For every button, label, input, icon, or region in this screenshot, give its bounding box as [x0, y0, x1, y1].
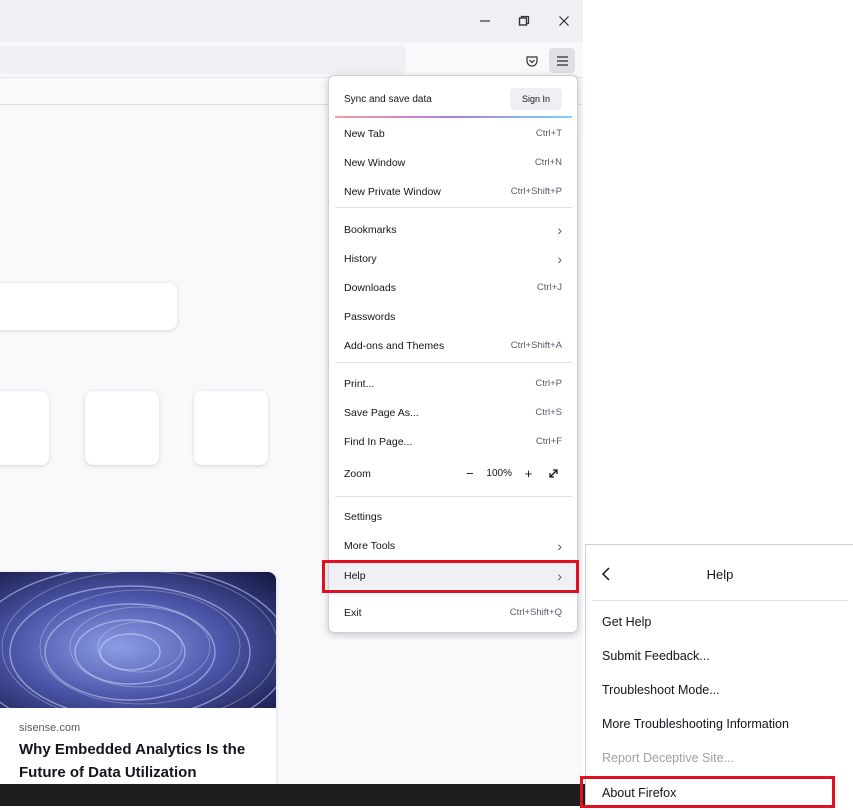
- help-item-get-help[interactable]: Get Help: [586, 605, 853, 639]
- top-site-tile[interactable]: [194, 391, 268, 465]
- close-icon[interactable]: [545, 6, 583, 36]
- menu-item-print[interactable]: Print... Ctrl+P: [329, 370, 577, 397]
- chevron-right-icon: ›: [557, 250, 562, 267]
- title-bar: [0, 0, 583, 42]
- menu-item-passwords[interactable]: Passwords: [329, 303, 577, 330]
- menu-item-label: Zoom: [344, 467, 371, 480]
- search-input[interactable]: [0, 283, 177, 330]
- menu-item-label: Exit: [344, 606, 362, 619]
- help-item-troubleshoot-mode[interactable]: Troubleshoot Mode...: [586, 673, 853, 707]
- menu-item-more-tools[interactable]: More Tools ›: [329, 532, 577, 559]
- help-submenu: Help Get Help Submit Feedback... Trouble…: [585, 544, 853, 806]
- help-highlight-box: [322, 560, 579, 593]
- chevron-right-icon: ›: [557, 537, 562, 554]
- menu-item-label: Passwords: [344, 310, 396, 323]
- zoom-level[interactable]: 100%: [486, 468, 512, 479]
- hamburger-menu-icon[interactable]: [549, 48, 575, 73]
- story-title[interactable]: Why Embedded Analytics Is the Future of …: [19, 738, 269, 784]
- menu-item-find-in-page[interactable]: Find In Page... Ctrl+F: [329, 428, 577, 455]
- app-menu: Sync and save data Sign In New Tab Ctrl+…: [328, 75, 578, 633]
- menu-item-shortcut: Ctrl+S: [535, 407, 562, 418]
- menu-item-label: History: [344, 252, 377, 265]
- menu-item-shortcut: Ctrl+F: [535, 436, 562, 447]
- url-bar[interactable]: [0, 46, 406, 74]
- menu-item-shortcut: Ctrl+N: [534, 157, 562, 168]
- menu-item-label: Add-ons and Themes: [344, 339, 445, 352]
- story-source: sisense.com: [19, 722, 81, 734]
- menu-item-label: Print...: [344, 377, 375, 390]
- menu-item-bookmarks[interactable]: Bookmarks ›: [329, 216, 577, 243]
- sync-row: Sync and save data Sign In: [329, 84, 577, 114]
- help-header: Help: [586, 557, 853, 591]
- help-title: Help: [706, 566, 734, 582]
- menu-separator: [335, 496, 572, 497]
- menu-item-exit[interactable]: Exit Ctrl+Shift+Q: [329, 599, 577, 626]
- menu-item-label: More Tools: [344, 539, 396, 552]
- menu-item-history[interactable]: History ›: [329, 245, 577, 272]
- story-card[interactable]: sisense.com Why Embedded Analytics Is th…: [0, 572, 276, 806]
- menu-item-save-page-as[interactable]: Save Page As... Ctrl+S: [329, 399, 577, 426]
- menu-item-label: Settings: [344, 510, 382, 523]
- zoom-in-button[interactable]: +: [520, 465, 537, 482]
- zoom-controls: − 100% +: [461, 465, 562, 482]
- menu-item-shortcut: Ctrl+P: [535, 378, 562, 389]
- menu-item-label: Bookmarks: [344, 223, 397, 236]
- pocket-icon[interactable]: [519, 48, 545, 73]
- menu-item-label: New Tab: [344, 127, 385, 140]
- menu-item-shortcut: Ctrl+Shift+P: [510, 186, 562, 197]
- menu-item-new-tab[interactable]: New Tab Ctrl+T: [329, 120, 577, 147]
- menu-item-label: New Window: [344, 156, 406, 169]
- menu-separator: [592, 600, 848, 601]
- menu-item-label: Find In Page...: [344, 435, 413, 448]
- top-site-tile[interactable]: [0, 391, 49, 465]
- chevron-right-icon: ›: [557, 221, 562, 238]
- zoom-out-button[interactable]: −: [461, 465, 478, 482]
- sync-divider: [335, 116, 572, 118]
- help-item-report-deceptive-site: Report Deceptive Site...: [602, 751, 735, 765]
- help-item-troubleshooting-info[interactable]: More Troubleshooting Information: [586, 707, 853, 741]
- menu-separator: [335, 362, 572, 363]
- sign-in-button[interactable]: Sign In: [510, 88, 562, 110]
- about-highlight-box: [580, 776, 835, 808]
- navigation-toolbar: [0, 42, 583, 78]
- menu-item-shortcut: Ctrl+Shift+Q: [509, 607, 562, 618]
- top-site-tile[interactable]: [85, 391, 159, 465]
- menu-item-label: New Private Window: [344, 185, 441, 198]
- back-arrow-icon[interactable]: [586, 559, 626, 589]
- menu-item-shortcut: Ctrl+T: [535, 128, 562, 139]
- menu-item-settings[interactable]: Settings: [329, 503, 577, 530]
- menu-item-new-window[interactable]: New Window Ctrl+N: [329, 149, 577, 176]
- story-image: [0, 572, 276, 708]
- restore-icon[interactable]: [505, 6, 543, 36]
- menu-item-new-private-window[interactable]: New Private Window Ctrl+Shift+P: [329, 178, 577, 205]
- minimize-icon[interactable]: [466, 6, 504, 36]
- menu-item-shortcut: Ctrl+Shift+A: [510, 340, 562, 351]
- help-item-submit-feedback[interactable]: Submit Feedback...: [586, 639, 853, 673]
- menu-item-label: Downloads: [344, 281, 396, 294]
- menu-item-zoom: Zoom − 100% +: [329, 460, 577, 487]
- menu-separator: [335, 207, 572, 208]
- sync-label: Sync and save data: [344, 93, 432, 105]
- fullscreen-icon[interactable]: [545, 465, 562, 482]
- menu-item-shortcut: Ctrl+J: [536, 282, 562, 293]
- menu-item-downloads[interactable]: Downloads Ctrl+J: [329, 274, 577, 301]
- menu-item-addons-themes[interactable]: Add-ons and Themes Ctrl+Shift+A: [329, 332, 577, 359]
- menu-item-label: Save Page As...: [344, 406, 419, 419]
